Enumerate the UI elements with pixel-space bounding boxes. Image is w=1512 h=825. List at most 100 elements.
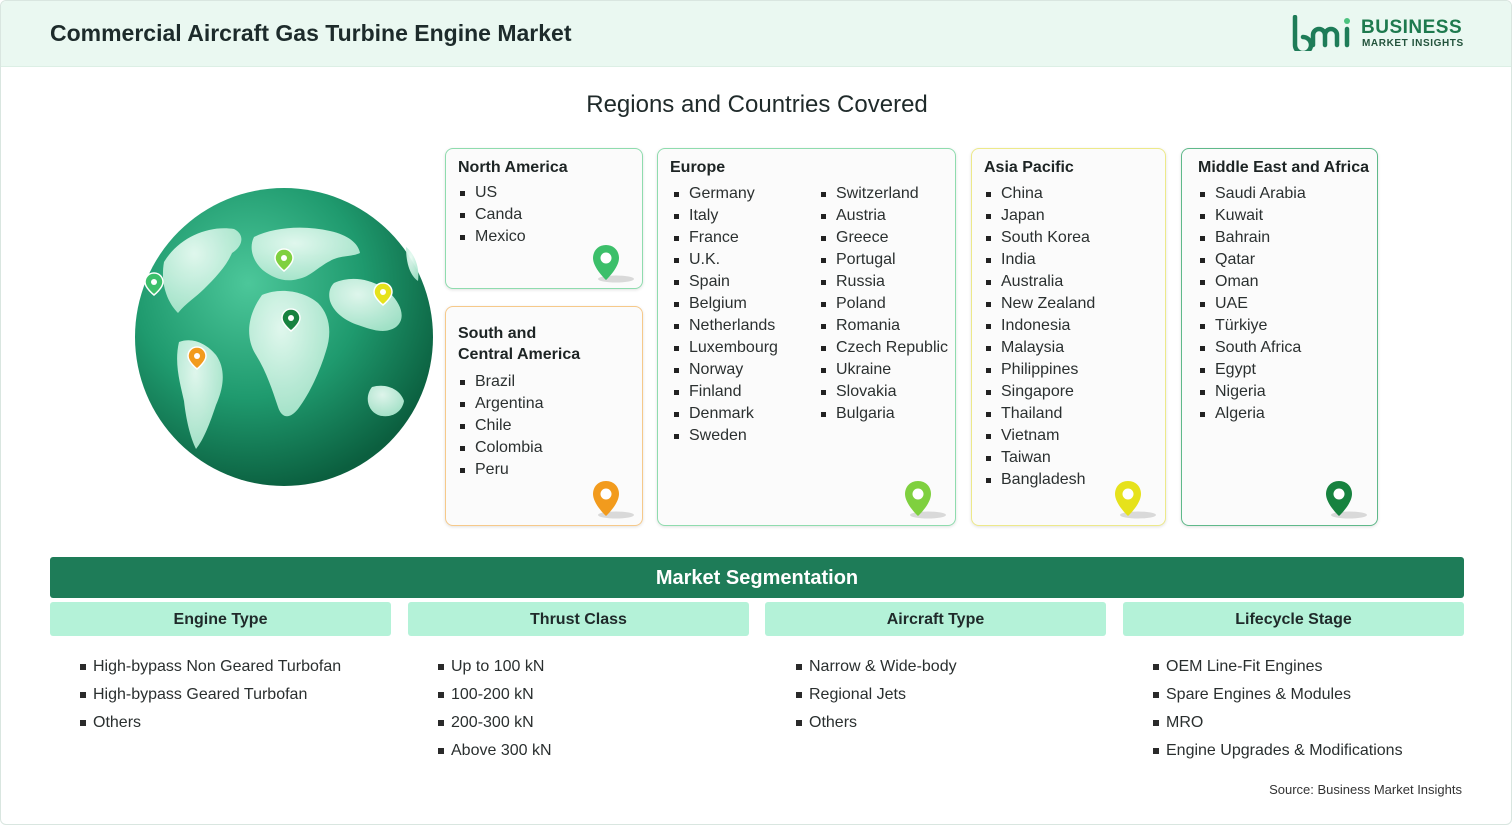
list-item: Chile	[458, 415, 544, 437]
region-title-middle-east-africa: Middle East and Africa	[1198, 159, 1369, 176]
country-list-europe-col2: Switzerland Austria Greece Portugal Russ…	[819, 183, 948, 425]
list-item: Brazil	[458, 371, 544, 393]
region-title-line: Central America	[458, 346, 581, 363]
segment-header-thrust-class: Thrust Class	[408, 602, 749, 636]
region-card-south-central-america: South and Central America Brazil Argenti…	[445, 306, 643, 526]
list-item: Luxembourg	[672, 337, 778, 359]
list-item: Australia	[984, 271, 1095, 293]
list-item: MRO	[1153, 709, 1403, 737]
country-list-south-central-america: Brazil Argentina Chile Colombia Peru	[458, 371, 544, 481]
list-item: Others	[80, 709, 341, 737]
list-item: Germany	[672, 183, 778, 205]
country-list-north-america: US Canda Mexico	[458, 182, 526, 248]
list-item: U.K.	[672, 249, 778, 271]
list-item: Türkiye	[1198, 315, 1306, 337]
list-item: Belgium	[672, 293, 778, 315]
list-item: Greece	[819, 227, 948, 249]
list-item: Qatar	[1198, 249, 1306, 271]
list-item: Norway	[672, 359, 778, 381]
list-item: Bangladesh	[984, 469, 1095, 491]
list-item: Slovakia	[819, 381, 948, 403]
region-title-asia-pacific: Asia Pacific	[984, 159, 1074, 176]
logo-text-business: BUSINESS	[1361, 17, 1463, 38]
list-item: Philippines	[984, 359, 1095, 381]
list-item: Portugal	[819, 249, 948, 271]
list-item: Vietnam	[984, 425, 1095, 447]
list-item: Poland	[819, 293, 948, 315]
list-item: US	[458, 182, 526, 204]
list-item: Austria	[819, 205, 948, 227]
list-item: 100-200 kN	[438, 681, 552, 709]
page-title: Commercial Aircraft Gas Turbine Engine M…	[50, 20, 572, 46]
list-item: France	[672, 227, 778, 249]
segment-header-engine-type: Engine Type	[50, 602, 391, 636]
list-item: High-bypass Geared Turbofan	[80, 681, 341, 709]
map-pin-icon	[905, 481, 946, 519]
region-title-north-america: North America	[458, 159, 568, 176]
list-item: Malaysia	[984, 337, 1095, 359]
list-item: Canda	[458, 204, 526, 226]
list-item: Spain	[672, 271, 778, 293]
region-title-europe: Europe	[670, 159, 726, 176]
list-item: 200-300 kN	[438, 709, 552, 737]
list-item: Colombia	[458, 437, 544, 459]
list-item: Ukraine	[819, 359, 948, 381]
list-item: Saudi Arabia	[1198, 183, 1306, 205]
map-pin-icon	[593, 481, 634, 519]
segment-list-engine-type: High-bypass Non Geared Turbofan High-byp…	[80, 653, 341, 737]
list-item: China	[984, 183, 1095, 205]
segment-list-lifecycle-stage: OEM Line-Fit Engines Spare Engines & Mod…	[1153, 653, 1403, 765]
list-item: South Africa	[1198, 337, 1306, 359]
list-item: Engine Upgrades & Modifications	[1153, 737, 1403, 765]
list-item: Denmark	[672, 403, 778, 425]
region-card-north-america: North America US Canda Mexico	[445, 148, 643, 289]
header-bar: Commercial Aircraft Gas Turbine Engine M…	[1, 1, 1511, 67]
list-item: Egypt	[1198, 359, 1306, 381]
brand-logo: BUSINESS MARKET INSIGHTS	[1291, 15, 1471, 55]
list-item: Singapore	[984, 381, 1095, 403]
list-item: Algeria	[1198, 403, 1306, 425]
list-item: Sweden	[672, 425, 778, 447]
list-item: Argentina	[458, 393, 544, 415]
list-item: Italy	[672, 205, 778, 227]
list-item: Spare Engines & Modules	[1153, 681, 1403, 709]
logo-text-market-insights: MARKET INSIGHTS	[1362, 38, 1464, 49]
list-item: India	[984, 249, 1095, 271]
region-card-middle-east-africa: Middle East and Africa Saudi Arabia Kuwa…	[1181, 148, 1378, 526]
source-note: Source: Business Market Insights	[1269, 782, 1462, 797]
map-pin-icon	[593, 245, 634, 283]
country-list-europe-col1: Germany Italy France U.K. Spain Belgium …	[672, 183, 778, 447]
list-item: Kuwait	[1198, 205, 1306, 227]
segment-header-lifecycle-stage: Lifecycle Stage	[1123, 602, 1464, 636]
list-item: Up to 100 kN	[438, 653, 552, 681]
list-item: Japan	[984, 205, 1095, 227]
list-item: Czech Republic	[819, 337, 948, 359]
list-item: Romania	[819, 315, 948, 337]
list-item: Russia	[819, 271, 948, 293]
list-item: Regional Jets	[796, 681, 957, 709]
list-item: Peru	[458, 459, 544, 481]
list-item: Bulgaria	[819, 403, 948, 425]
segment-header-aircraft-type: Aircraft Type	[765, 602, 1106, 636]
list-item: Thailand	[984, 403, 1095, 425]
list-item: Nigeria	[1198, 381, 1306, 403]
list-item: Narrow & Wide-body	[796, 653, 957, 681]
list-item: UAE	[1198, 293, 1306, 315]
regions-title: Regions and Countries Covered	[586, 91, 928, 118]
list-item: Switzerland	[819, 183, 948, 205]
country-list-middle-east-africa: Saudi Arabia Kuwait Bahrain Qatar Oman U…	[1198, 183, 1306, 425]
segment-list-thrust-class: Up to 100 kN 100-200 kN 200-300 kN Above…	[438, 653, 552, 765]
region-card-asia-pacific: Asia Pacific China Japan South Korea Ind…	[971, 148, 1166, 526]
market-segmentation-bar: Market Segmentation	[50, 557, 1464, 598]
list-item: High-bypass Non Geared Turbofan	[80, 653, 341, 681]
list-item: New Zealand	[984, 293, 1095, 315]
list-item: Others	[796, 709, 957, 737]
region-title-line: South and	[458, 325, 537, 342]
map-pin-icon	[1326, 481, 1367, 519]
list-item: Netherlands	[672, 315, 778, 337]
region-title-south-central-america: South and Central America	[458, 323, 580, 365]
list-item: Bahrain	[1198, 227, 1306, 249]
list-item: Oman	[1198, 271, 1306, 293]
list-item: OEM Line-Fit Engines	[1153, 653, 1403, 681]
list-item: Mexico	[458, 226, 526, 248]
